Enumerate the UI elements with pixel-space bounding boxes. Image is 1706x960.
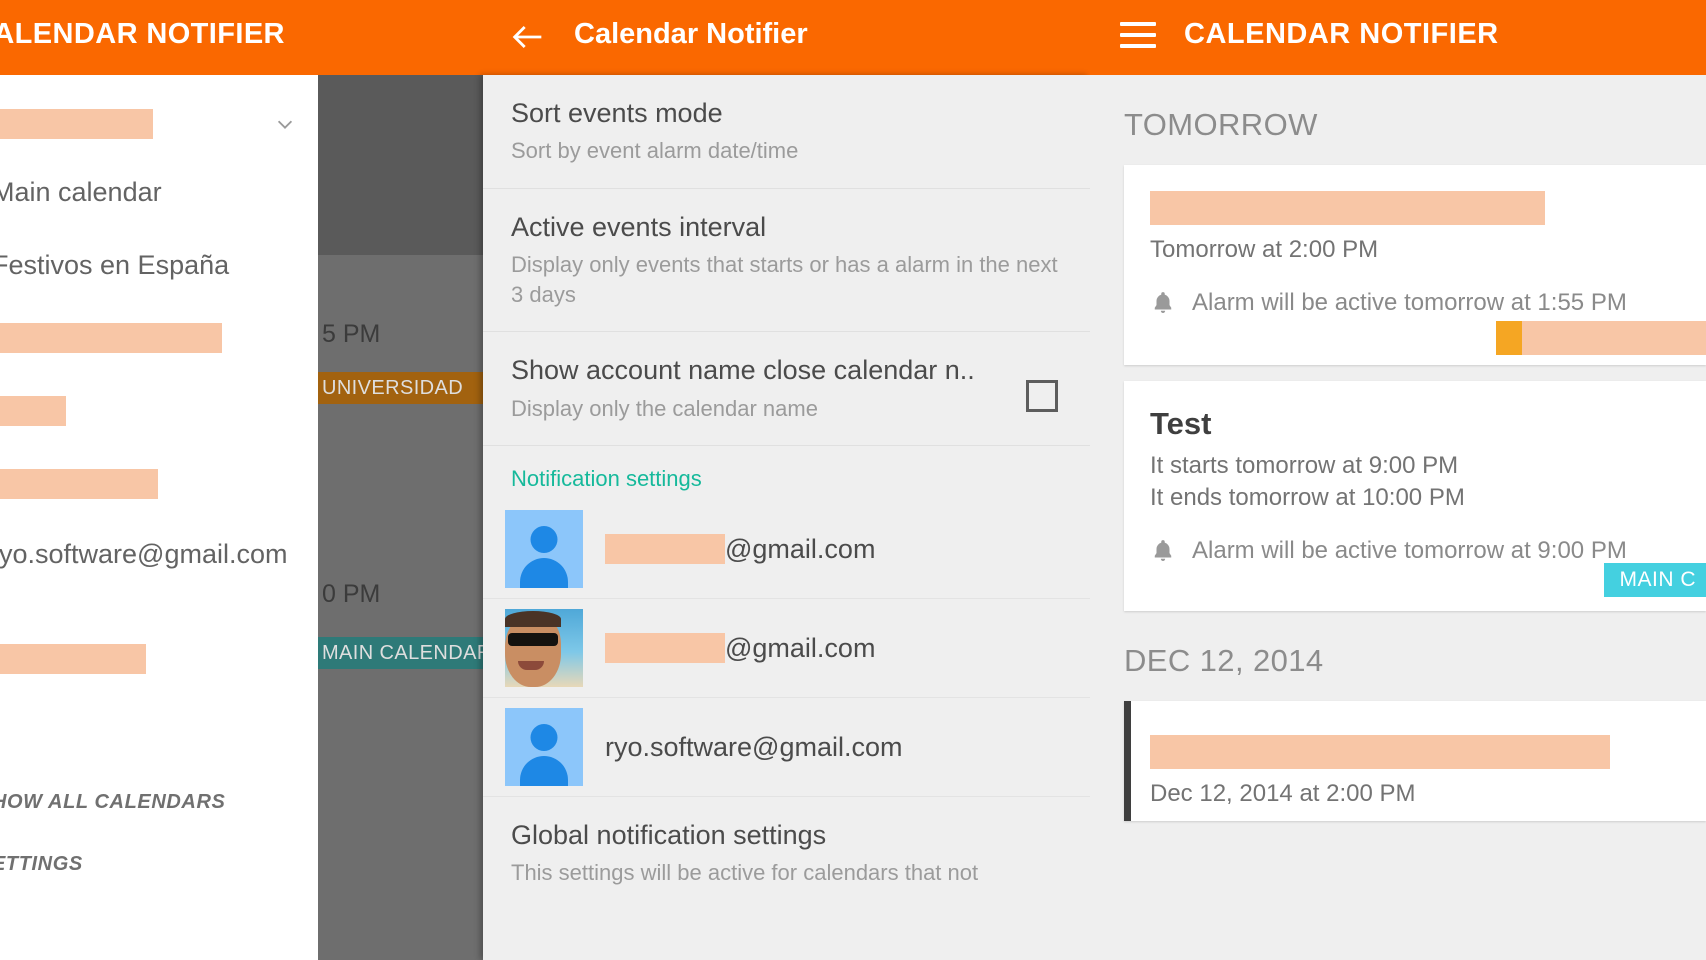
event-end-line: It ends tomorrow at 10:00 PM (1150, 484, 1465, 512)
preference-summary: Sort by event alarm date/time (511, 138, 799, 164)
settings-app-title: Calendar Notifier (574, 18, 808, 50)
photo-avatar-icon (505, 609, 583, 688)
event-title-redacted (1150, 191, 1545, 225)
drawer-account-name-redacted (0, 109, 153, 139)
preference-summary: Display only events that starts or has a… (511, 252, 1058, 307)
events-app-title: CALENDAR NOTIFIER (1184, 18, 1499, 50)
drawer-calendar-item[interactable] (0, 309, 318, 382)
drawer-calendar-item[interactable]: Festivos en España (0, 236, 318, 309)
calendar-time-label: 0 PM (322, 580, 381, 608)
drawer-app-bar: CALENDAR NOTIFIER (0, 0, 318, 75)
event-accent-bar (1124, 701, 1131, 821)
account-email: ryo.software@gmail.com (605, 731, 903, 762)
event-alarm-row: Alarm will be active tomorrow at 1:55 PM (1150, 289, 1680, 317)
settings-app-bar: Calendar Notifier (318, 0, 1090, 75)
events-list[interactable]: TOMORROW Tomorrow at 2:00 PM Alarm will … (1090, 75, 1706, 960)
events-app-bar: CALENDAR NOTIFIER (1090, 0, 1706, 75)
drawer-calendar-label: Main calendar (0, 177, 162, 207)
day-group-header: TOMORROW (1124, 107, 1318, 142)
events-panel: CALENDAR NOTIFIER TOMORROW Tomorrow at 2… (1090, 0, 1706, 960)
event-time-line: Tomorrow at 2:00 PM (1150, 236, 1379, 263)
account-email-suffix: @gmail.com (725, 533, 876, 564)
settings-sheet: Sort events mode Sort by event alarm dat… (483, 75, 1090, 960)
account-list-item[interactable]: @gmail.com (483, 500, 1090, 600)
event-calendar-badge: MAIN C (1603, 563, 1706, 597)
drawer-calendar-item[interactable] (0, 382, 318, 455)
event-title-redacted (1150, 735, 1610, 769)
account-email-redacted (605, 633, 725, 664)
event-card[interactable]: Test It starts tomorrow at 9:00 PM It en… (1124, 381, 1706, 611)
preference-title: Global notification settings (511, 820, 827, 851)
calendar-event-chip-main-calendar[interactable]: MAIN CALENDAR (318, 637, 491, 669)
event-alarm-text: Alarm will be active tomorrow at 1:55 PM (1192, 289, 1627, 316)
event-time-line: Dec 12, 2014 at 2:00 PM (1150, 780, 1416, 807)
day-group-header: DEC 12, 2014 (1124, 643, 1324, 678)
drawer-account-header[interactable] (0, 75, 318, 163)
account-list-item[interactable]: @gmail.com (483, 599, 1090, 699)
account-email: @gmail.com (605, 633, 875, 664)
drawer-calendar-item[interactable] (0, 455, 318, 528)
drawer-app-title: CALENDAR NOTIFIER (0, 18, 285, 50)
account-list-item[interactable]: ryo.software@gmail.com (483, 698, 1090, 798)
event-title (1150, 735, 1680, 769)
account-email: @gmail.com (605, 534, 875, 565)
drawer-calendar-item[interactable]: ryo.software@gmail.com (0, 528, 318, 638)
chevron-down-icon[interactable] (274, 113, 296, 135)
event-start-line: It starts tomorrow at 9:00 PM (1150, 452, 1459, 480)
preference-sort-events-mode[interactable]: Sort events mode Sort by event alarm dat… (483, 75, 1090, 189)
screenshot-root: CALENDAR NOTIFIER Main calendar Festivos… (0, 0, 1706, 960)
preference-title: Show account name close calendar n.. (511, 355, 975, 386)
event-calendar-badge-redacted (1496, 321, 1706, 355)
drawer-calendar-label-redacted (0, 469, 158, 499)
preference-title: Active events interval (511, 211, 767, 242)
preference-active-events-interval[interactable]: Active events interval Display only even… (483, 189, 1090, 333)
generic-person-avatar-icon (505, 510, 583, 589)
drawer-calendar-email: ryo.software@gmail.com (0, 539, 288, 569)
drawer-calendar-item[interactable] (0, 638, 318, 711)
event-alarm-row: Alarm will be active tomorrow at 9:00 PM (1150, 537, 1680, 565)
drawer-action-settings[interactable]: SETTINGS (0, 853, 83, 876)
back-arrow-icon[interactable] (508, 17, 548, 57)
settings-panel: Calendar Notifier 5 PM UNIVERSIDAD 0 PM … (318, 0, 1090, 960)
show-account-name-checkbox[interactable] (1026, 380, 1058, 413)
event-card[interactable]: Dec 12, 2014 at 2:00 PM (1124, 701, 1706, 821)
preference-show-account-name[interactable]: Show account name close calendar n.. Dis… (483, 332, 1090, 447)
preference-title: Sort events mode (511, 98, 723, 128)
drawer-calendar-label-redacted (0, 644, 146, 674)
event-title (1150, 191, 1680, 225)
drawer-calendar-label: Festivos en España (0, 250, 230, 280)
notification-settings-section-header: Notification settings (511, 466, 702, 492)
generic-person-avatar-icon (505, 708, 583, 787)
bell-icon (1150, 537, 1176, 565)
account-email-suffix: @gmail.com (725, 632, 876, 663)
drawer-action-show-all-calendars[interactable]: SHOW ALL CALENDARS (0, 791, 225, 814)
event-title: Test (1150, 406, 1212, 441)
drawer-calendar-label-redacted (0, 323, 222, 353)
preference-summary: This settings will be active for calenda… (511, 860, 979, 886)
preference-global-notification-settings[interactable]: Global notification settings This settin… (483, 797, 1090, 910)
drawer-body: Main calendar Festivos en España ryo.sof… (0, 75, 318, 960)
hamburger-menu-icon[interactable] (1120, 22, 1156, 52)
bell-icon (1150, 289, 1176, 317)
account-email-redacted (605, 534, 725, 565)
drawer-calendar-label-redacted (0, 396, 66, 426)
event-card[interactable]: Tomorrow at 2:00 PM Alarm will be active… (1124, 165, 1706, 365)
event-alarm-text: Alarm will be active tomorrow at 9:00 PM (1192, 537, 1627, 565)
navigation-drawer-panel: CALENDAR NOTIFIER Main calendar Festivos… (0, 0, 318, 960)
drawer-calendar-item[interactable]: Main calendar (0, 163, 318, 236)
calendar-time-label: 5 PM (322, 320, 381, 348)
calendar-event-chip-universidad[interactable]: UNIVERSIDAD (318, 372, 483, 404)
preference-summary: Display only the calendar name (511, 395, 818, 421)
